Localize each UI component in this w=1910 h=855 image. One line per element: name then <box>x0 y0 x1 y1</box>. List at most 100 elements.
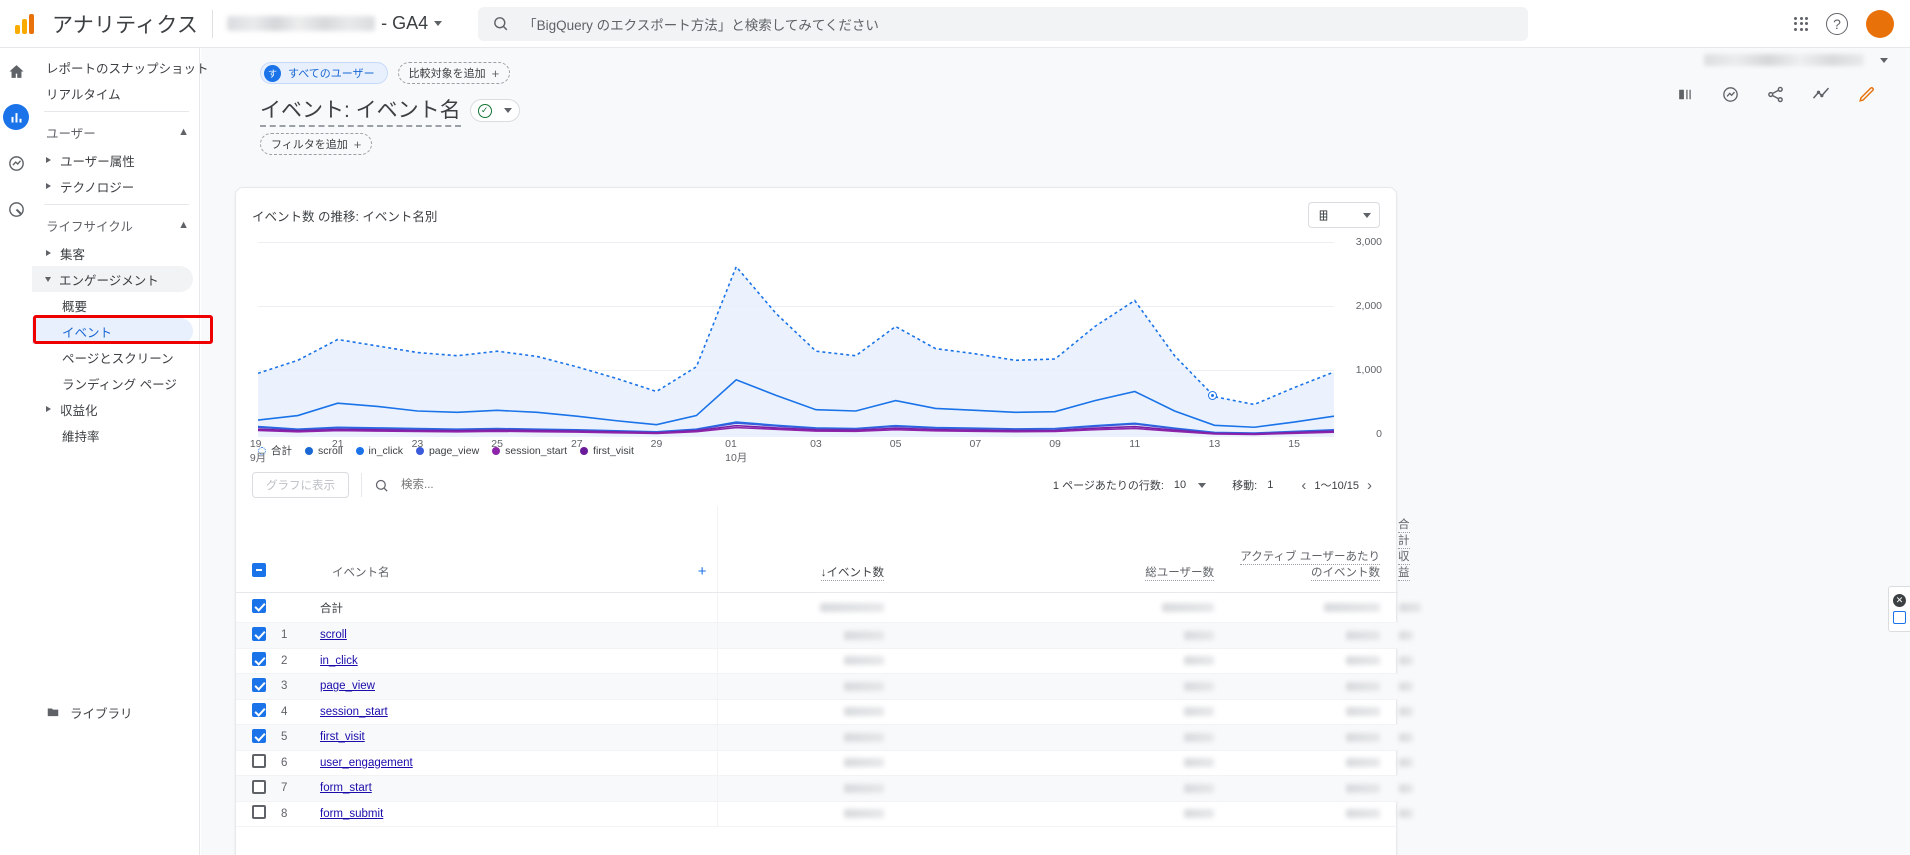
compare-icon[interactable] <box>1676 85 1695 104</box>
chevron-up-icon[interactable]: ▲ <box>178 126 189 138</box>
sidebar-item-tech[interactable]: テクノロジー <box>32 173 193 199</box>
event-name-cell: form_start <box>314 775 717 802</box>
sidebar-item-realtime[interactable]: リアルタイム <box>32 80 193 106</box>
row-checkbox[interactable] <box>252 652 266 667</box>
show-in-graph-button[interactable]: グラフに表示 <box>252 472 349 498</box>
sidebar-item-landing-page[interactable]: ランディング ページ <box>32 370 193 396</box>
sidebar-item-events[interactable]: イベント <box>32 318 193 344</box>
explore-icon[interactable] <box>3 150 29 176</box>
sidebar-section-user[interactable]: ユーザー ▲ <box>32 117 199 147</box>
table-body: 合計 1 scroll 2 in_click 3 page_view 4 session_sta… <box>236 592 1421 827</box>
row-checkbox[interactable] <box>252 779 266 794</box>
advertising-icon[interactable] <box>3 196 29 222</box>
avatar[interactable] <box>1866 9 1894 38</box>
sidebar-item-label: ランディング ページ <box>62 377 177 392</box>
trend-insights-icon[interactable] <box>1811 84 1831 104</box>
rows-per-page-value[interactable]: 10 <box>1174 479 1186 491</box>
previous-page-button[interactable]: ‹ <box>1293 478 1314 493</box>
dimension-validated-pill[interactable]: ✓ <box>469 99 520 122</box>
help-icon[interactable]: ? <box>1826 12 1848 35</box>
sidebar-item-overview[interactable]: 概要 <box>32 292 193 318</box>
add-comparison-button[interactable]: 比較対象を追加 + <box>397 62 511 84</box>
table-row[interactable]: 6 user_engagement <box>236 750 1413 776</box>
time-series-chart[interactable]: 3,000 2,000 1,000 0 19 9月 21 23 25 27 29 01 10月 0… <box>250 236 1382 464</box>
table-row[interactable]: 5 first_visit <box>236 724 1413 751</box>
sidebar-item-demographics[interactable]: ユーザー属性 <box>32 147 193 173</box>
row-checkbox-cell <box>236 724 280 751</box>
sidebar-item-retention[interactable]: 維持率 <box>32 422 193 448</box>
x-axis-tick: 19 9月 <box>249 438 267 464</box>
next-page-button[interactable]: › <box>1359 478 1380 493</box>
chevron-down-icon[interactable] <box>434 21 443 26</box>
property-selector[interactable] <box>1704 54 1888 66</box>
row-checkbox[interactable] <box>252 754 266 769</box>
sidebar-section-label: ライフサイクル <box>46 219 133 234</box>
chevron-down-icon[interactable] <box>1198 482 1207 488</box>
close-icon[interactable]: ✕ <box>1893 594 1906 607</box>
insights-icon[interactable] <box>1721 85 1740 104</box>
row-index: 7 <box>280 775 314 802</box>
sidebar-item-acquisition[interactable]: 集客 <box>32 240 193 266</box>
home-icon[interactable] <box>3 58 29 84</box>
row-checkbox[interactable] <box>252 626 266 641</box>
chart-type-selector[interactable] <box>1308 202 1380 228</box>
column-header-label: 総ユーザー数 <box>1145 567 1214 581</box>
event-name-link[interactable]: in_click <box>320 655 358 667</box>
redacted-value <box>1184 707 1214 717</box>
add-filter-button[interactable]: フィルタを追加 + <box>260 133 373 155</box>
row-checkbox[interactable] <box>252 599 266 613</box>
x-axis-tick: 09 <box>1049 438 1061 450</box>
column-header-total-users[interactable]: 総ユーザー数 <box>902 506 1232 593</box>
table-row[interactable]: 3 page_view <box>236 673 1413 700</box>
row-checkbox[interactable] <box>252 728 266 743</box>
event-name-link[interactable]: form_submit <box>320 808 383 820</box>
search-icon <box>375 479 388 492</box>
row-checkbox[interactable] <box>252 677 266 692</box>
global-search[interactable]: 「BigQuery のエクスポート方法」と検索してみてください <box>478 6 1529 41</box>
sidebar-item-label: エンゲージメント <box>59 273 159 288</box>
column-header-event-count[interactable]: ↓イベント数 <box>716 506 902 593</box>
table-row[interactable]: 2 in_click <box>236 648 1413 674</box>
chevron-down-icon[interactable] <box>503 108 512 113</box>
page-title[interactable]: イベント: イベント名 <box>260 94 461 127</box>
table-row[interactable]: 1 scroll <box>236 622 1413 649</box>
sidebar-item-reports-snapshot[interactable]: レポートのスナップショット <box>32 54 209 80</box>
expand-panel-icon[interactable] <box>1893 611 1906 624</box>
table-search[interactable] <box>374 478 599 493</box>
event-name-link[interactable]: session_start <box>320 706 388 718</box>
row-checkbox[interactable] <box>252 703 266 718</box>
sidebar-item-engagement[interactable]: エンゲージメント <box>32 266 193 292</box>
table-row[interactable]: 8 form_submit <box>236 801 1413 827</box>
column-header-events-per-active-user[interactable]: アクティブ ユーザーあたりのイベント数 <box>1232 506 1398 593</box>
column-header-event-name[interactable]: イベント名 <box>314 506 532 593</box>
table-total-row: 合計 <box>236 592 1421 623</box>
goto-value[interactable]: 1 <box>1267 479 1273 491</box>
table-search-input[interactable] <box>399 478 599 492</box>
redacted-value <box>844 809 884 819</box>
table-row[interactable]: 7 form_start <box>236 775 1413 802</box>
row-checkbox[interactable] <box>252 805 266 820</box>
sidebar-item-monetization[interactable]: 収益化 <box>32 396 193 422</box>
sidebar-item-library[interactable]: ライブラリ <box>32 699 133 725</box>
chevron-right-icon <box>46 157 51 163</box>
chevron-down-icon[interactable] <box>1880 57 1888 63</box>
sidebar-item-pages-and-screens[interactable]: ページとスクリーン <box>32 344 193 370</box>
table-row[interactable]: 4 session_start <box>236 699 1413 725</box>
chip-all-users[interactable]: す すべてのユーザー <box>260 62 388 84</box>
edit-pencil-icon[interactable] <box>1857 85 1876 104</box>
reports-icon[interactable] <box>3 104 29 130</box>
event-name-link[interactable]: first_visit <box>320 731 365 743</box>
select-all-checkbox[interactable] <box>252 563 266 577</box>
feedback-widget[interactable]: ✕ <box>1888 586 1910 632</box>
sidebar-item-label: ページとスクリーン <box>62 351 174 366</box>
chevron-up-icon[interactable]: ▲ <box>178 219 189 231</box>
row-checkbox-cell <box>236 673 280 700</box>
apps-grid-icon[interactable] <box>1794 16 1808 31</box>
event-name-link[interactable]: scroll <box>320 629 347 641</box>
share-icon[interactable] <box>1766 85 1785 104</box>
sidebar-section-lifecycle[interactable]: ライフサイクル ▲ <box>32 210 199 240</box>
event-name-link[interactable]: form_start <box>320 782 372 794</box>
event-name-link[interactable]: user_engagement <box>320 757 413 769</box>
event-name-link[interactable]: page_view <box>320 680 375 692</box>
add-column-button[interactable]: + <box>532 506 717 593</box>
